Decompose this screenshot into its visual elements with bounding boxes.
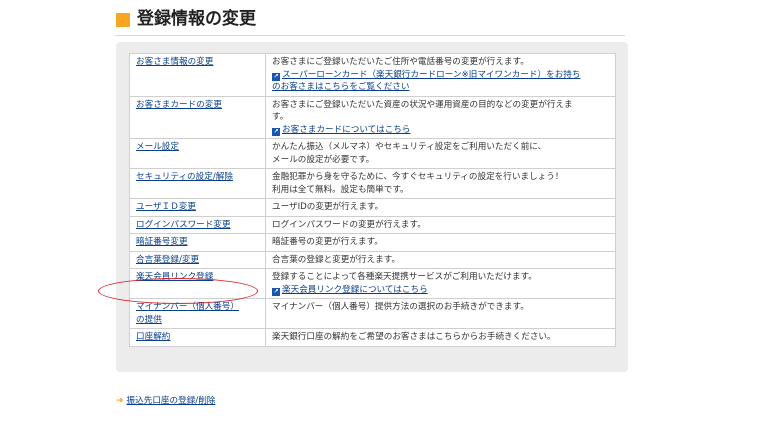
table-row: ログインパスワード変更 ログインパスワードの変更が行えます。 xyxy=(129,215,616,234)
row-desc-cell: 暗証番号の変更が行えます。 xyxy=(265,233,616,252)
table-row: マイナンバー（個人番号） の提供 マイナンバー（個人番号）提供方法の選択のお手続… xyxy=(129,298,616,329)
row-label-cell: 暗証番号変更 xyxy=(129,233,266,252)
my-number-provide-link[interactable]: マイナンバー（個人番号） xyxy=(136,302,239,312)
passphrase-register-link[interactable]: 合言葉登録/変更 xyxy=(136,255,199,265)
security-settings-link[interactable]: セキュリティの設定/解除 xyxy=(136,172,233,182)
row-description: お客さまにご登録いただいたご住所や電話番号の変更が行えます。 xyxy=(272,57,529,67)
settings-panel: お客さま情報の変更 お客さまにご登録いただいたご住所や電話番号の変更が行えます。… xyxy=(116,42,628,372)
table-row: セキュリティの設定/解除 金融犯罪から身を守るために、今すぐセキュリティの設定を… xyxy=(129,168,616,199)
row-description: メールの設定が必要です。 xyxy=(272,154,375,165)
table-row: 暗証番号変更 暗証番号の変更が行えます。 xyxy=(129,233,616,252)
table-row: ユーザＩＤ変更 ユーザIDの変更が行えます。 xyxy=(129,198,616,217)
row-label-cell: セキュリティの設定/解除 xyxy=(129,168,266,199)
row-desc-cell: 金融犯罪から身を守るために、今すぐセキュリティの設定を行いましょう！ 利用は全て… xyxy=(265,168,616,199)
row-label-cell: お客さま情報の変更 xyxy=(129,53,266,97)
row-label-cell: メール設定 xyxy=(129,138,266,169)
row-description: 楽天銀行口座の解約をご希望のお客さまはこちらからお手続きください。 xyxy=(272,332,556,342)
row-desc-cell: 合言葉の登録と変更が行えます。 xyxy=(265,250,616,269)
row-description: 利用は全て無料。設定も簡単です。 xyxy=(272,184,409,195)
mail-settings-link[interactable]: メール設定 xyxy=(136,142,179,152)
title-marker-icon xyxy=(116,13,130,27)
arrow-right-icon: ➜ xyxy=(116,396,124,406)
rakuten-member-link-info-link[interactable]: 楽天会員リンク登録についてはこちら xyxy=(282,285,428,295)
external-link-icon: ↗ xyxy=(272,287,280,296)
user-id-change-link[interactable]: ユーザＩＤ変更 xyxy=(136,202,196,212)
pin-change-link[interactable]: 暗証番号変更 xyxy=(136,237,188,247)
row-description: ユーザIDの変更が行えます。 xyxy=(272,202,384,212)
row-description: かんたん振込（メルマネ）やセキュリティ設定をご利用いただく前に、 xyxy=(272,142,547,152)
row-desc-cell: ユーザIDの変更が行えます。 xyxy=(265,198,616,217)
row-desc-cell: マイナンバー（個人番号）提供方法の選択のお手続きができます。 xyxy=(265,298,616,329)
row-label-cell: ユーザＩＤ変更 xyxy=(129,198,266,217)
row-desc-cell: お客さまにご登録いただいたご住所や電話番号の変更が行えます。 ↗ スーパーローンカ… xyxy=(265,53,616,97)
row-label-cell: 合言葉登録/変更 xyxy=(129,250,266,269)
row-label-cell: マイナンバー（個人番号） の提供 xyxy=(129,298,266,329)
row-description: 登録することによって各種楽天提携サービスがご利用いただけます。 xyxy=(272,272,537,282)
table-row: メール設定 かんたん振込（メルマネ）やセキュリティ設定をご利用いただく前に、 メ… xyxy=(129,138,616,169)
row-description: ログインパスワードの変更が行えます。 xyxy=(272,219,426,230)
row-description: マイナンバー（個人番号）提供方法の選択のお手続きができます。 xyxy=(272,302,529,312)
transfer-account-register-link[interactable]: 振込先口座の登録/削除 xyxy=(127,396,216,406)
row-description: 合言葉の登録と変更が行えます。 xyxy=(272,254,401,265)
row-desc-cell: 楽天銀行口座の解約をご希望のお客さまはこちらからお手続きください。 xyxy=(265,328,616,347)
rakuten-member-link-register-link[interactable]: 楽天会員リンク登録 xyxy=(136,272,213,282)
row-description: お客さまにご登録いただいた資産の状況や運用資産の目的などの変更が行えま xyxy=(272,99,573,110)
table-row: お客さまカードの変更 お客さまにご登録いただいた資産の状況や運用資産の目的などの… xyxy=(129,95,616,139)
row-desc-cell: かんたん振込（メルマネ）やセキュリティ設定をご利用いただく前に、 メールの設定が… xyxy=(265,138,616,169)
customer-card-info-link[interactable]: お客さまカードについてはこちら xyxy=(282,125,410,135)
external-link-icon: ↗ xyxy=(272,72,280,81)
page-title: 登録情報の変更 xyxy=(137,9,256,29)
page-title-bar: 登録情報の変更 xyxy=(115,8,625,36)
login-password-change-link[interactable]: ログインパスワード変更 xyxy=(136,220,231,230)
customer-card-change-link[interactable]: お客さまカードの変更 xyxy=(136,100,222,110)
my-number-provide-link-cont[interactable]: の提供 xyxy=(136,315,162,325)
row-label-cell: お客さまカードの変更 xyxy=(129,95,266,139)
row-description: す。 xyxy=(272,112,289,122)
super-loan-card-link[interactable]: スーパーローンカード（楽天銀行カードローン※旧マイワンカード）をお持ち xyxy=(282,70,580,80)
row-label-cell: ログインパスワード変更 xyxy=(129,215,266,234)
row-desc-cell: ログインパスワードの変更が行えます。 xyxy=(265,215,616,234)
row-label-cell: 口座解約 xyxy=(129,328,266,347)
settings-table: お客さま情報の変更 お客さまにご登録いただいたご住所や電話番号の変更が行えます。… xyxy=(129,53,616,347)
external-link-icon: ↗ xyxy=(272,127,280,136)
table-row: 合言葉登録/変更 合言葉の登録と変更が行えます。 xyxy=(129,250,616,269)
row-description: 金融犯罪から身を守るために、今すぐセキュリティの設定を行いましょう！ xyxy=(272,172,564,182)
super-loan-card-link-cont[interactable]: のお客さまはこちらをご覧ください xyxy=(272,82,410,92)
row-desc-cell: 登録することによって各種楽天提携サービスがご利用いただけます。 ↗ 楽天会員リンク… xyxy=(265,268,616,299)
row-desc-cell: お客さまにご登録いただいた資産の状況や運用資産の目的などの変更が行えま す。 ↗… xyxy=(265,95,616,139)
bottom-nav: ➜ 振込先口座の登録/削除 xyxy=(116,394,215,406)
row-label-cell: 楽天会員リンク登録 xyxy=(129,268,266,299)
table-row: お客さま情報の変更 お客さまにご登録いただいたご住所や電話番号の変更が行えます。… xyxy=(129,53,616,97)
row-description: 暗証番号の変更が行えます。 xyxy=(272,237,383,247)
account-close-link[interactable]: 口座解約 xyxy=(136,332,170,342)
table-row: 口座解約 楽天銀行口座の解約をご希望のお客さまはこちらからお手続きください。 xyxy=(129,328,616,347)
customer-info-change-link[interactable]: お客さま情報の変更 xyxy=(136,57,213,67)
table-row: 楽天会員リンク登録 登録することによって各種楽天提携サービスがご利用いただけます… xyxy=(129,268,616,299)
